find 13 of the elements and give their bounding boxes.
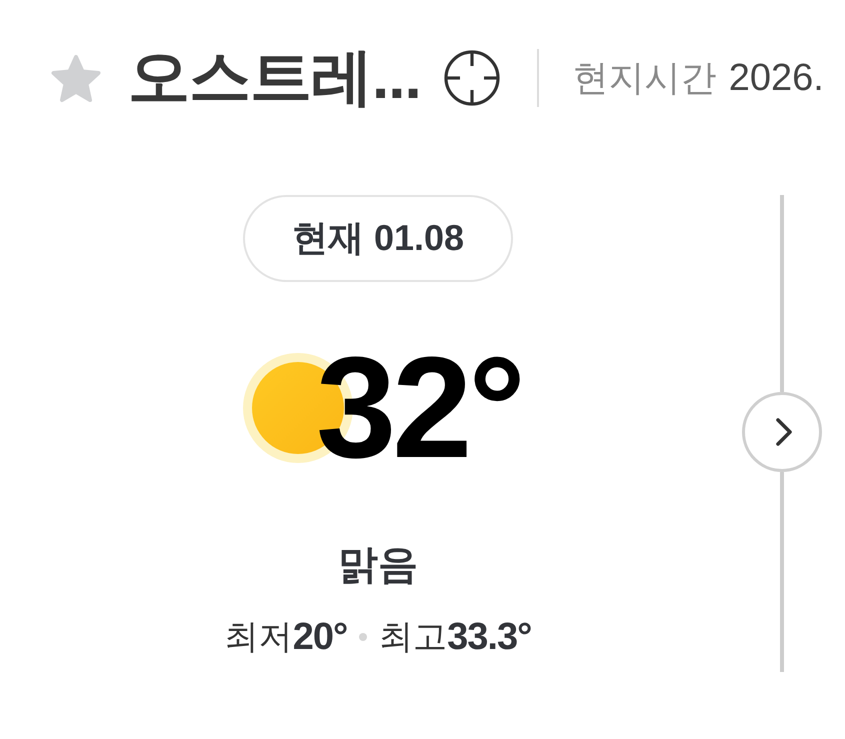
separator-dot-icon <box>359 633 368 641</box>
local-time-value: 2026. <box>728 56 824 101</box>
high-label: 최고 <box>379 617 448 658</box>
high-temperature: 33.3° <box>447 615 532 659</box>
chevron-right-icon <box>775 417 793 447</box>
location-title: 오스트레... <box>128 43 421 113</box>
low-label: 최저 <box>224 617 293 658</box>
crosshair-icon[interactable] <box>442 49 501 107</box>
weather-condition: 맑음 <box>338 542 418 589</box>
low-temperature: 20° <box>292 615 348 659</box>
date-chip: 현재 01.08 <box>243 195 513 282</box>
star-icon[interactable] <box>50 54 102 102</box>
local-time-label: 현지시간 <box>572 56 717 100</box>
